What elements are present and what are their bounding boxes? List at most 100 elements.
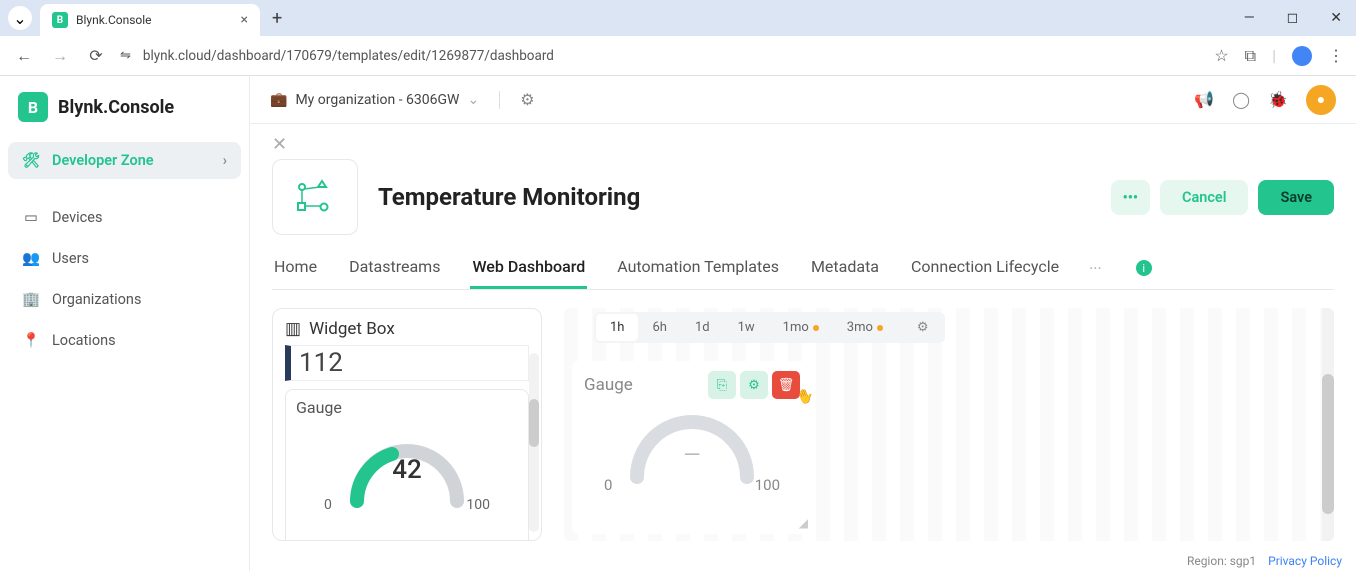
time-opt-1d[interactable]: 1d (681, 314, 724, 341)
nodes-icon (294, 179, 336, 215)
close-tab-icon[interactable]: × (241, 12, 248, 28)
extensions-icon[interactable]: ⧉ (1245, 46, 1256, 66)
url-field[interactable]: blynk.cloud/dashboard/170679/templates/e… (143, 48, 1202, 64)
bug-icon[interactable]: 🐞 (1268, 90, 1288, 109)
canvas-gauge-value: — (584, 443, 800, 468)
premium-dot-icon (877, 325, 883, 331)
sidebar-label: Devices (52, 209, 102, 226)
logo-icon: B (18, 92, 48, 122)
time-range-selector: 1h 6h 1d 1w 1mo 3mo ⚙ (594, 312, 945, 343)
sidebar-item-locations[interactable]: 📍 Locations (8, 322, 241, 359)
forward-button[interactable]: → (48, 44, 72, 68)
time-opt-3mo[interactable]: 3mo (833, 314, 897, 341)
tab-home[interactable]: Home (272, 247, 319, 289)
time-opt-1h[interactable]: 1h (596, 314, 638, 341)
close-window-button[interactable]: ✕ (1324, 8, 1348, 28)
template-icon[interactable] (272, 159, 358, 235)
chevron-down-icon: ⌄ (467, 92, 479, 108)
sidebar-label: Organizations (52, 291, 141, 308)
privacy-link[interactable]: Privacy Policy (1268, 554, 1342, 568)
wrench-icon: 🛠 (22, 152, 40, 169)
profile-avatar-button[interactable] (1292, 46, 1312, 66)
close-editor-button[interactable]: ✕ (272, 134, 1334, 155)
dashboard-canvas[interactable]: 1h 6h 1d 1w 1mo 3mo ⚙ Gauge ⎘ ⚙ (564, 308, 1334, 541)
browser-toolbar: ← → ⟳ ⇋ blynk.cloud/dashboard/170679/tem… (0, 36, 1356, 76)
duplicate-widget-button[interactable]: ⎘ (708, 371, 736, 399)
save-button[interactable]: Save (1258, 180, 1334, 215)
user-avatar[interactable]: ● (1306, 85, 1336, 115)
chevron-right-icon: › (223, 152, 227, 169)
org-name: My organization - 6306GW (295, 92, 459, 108)
more-actions-button[interactable]: ••• (1111, 180, 1150, 215)
widget-gauge-preview[interactable]: Gauge 42 0 100 (285, 389, 529, 541)
sidebar-item-developer-zone[interactable]: 🛠 Developer Zone › (8, 142, 241, 179)
sidebar-label: Developer Zone (52, 152, 154, 169)
window-controls: — ◻ ✕ (1238, 8, 1348, 28)
tab-automation-templates[interactable]: Automation Templates (615, 247, 781, 289)
info-badge-icon[interactable]: i (1136, 260, 1152, 276)
sidebar-label: Users (52, 250, 89, 267)
divider (499, 91, 500, 109)
device-icon: ▭ (22, 209, 40, 226)
widget-box-icon: ▥ (285, 319, 301, 339)
tab-metadata[interactable]: Metadata (809, 247, 881, 289)
tabs-overflow-button[interactable]: ··· (1089, 259, 1102, 278)
template-tabs: Home Datastreams Web Dashboard Automatio… (272, 247, 1334, 290)
browser-menu-button[interactable]: ⋮ (1328, 46, 1344, 65)
gauge-min: 0 (324, 497, 332, 513)
minimize-button[interactable]: — (1238, 8, 1261, 28)
sidebar-item-users[interactable]: 👥 Users (8, 240, 241, 277)
widget-box-scroll-thumb[interactable] (529, 399, 539, 447)
megaphone-icon[interactable]: 📢 (1194, 90, 1214, 109)
time-opt-1w[interactable]: 1w (724, 314, 769, 341)
page-title: Temperature Monitoring (378, 183, 640, 211)
pin-icon: 📍 (22, 332, 40, 349)
building-icon: 🏢 (22, 291, 40, 308)
sidebar-item-devices[interactable]: ▭ Devices (8, 199, 241, 236)
canvas-gauge-max: 100 (755, 476, 780, 494)
canvas-gauge-title: Gauge (584, 375, 708, 395)
back-button[interactable]: ← (12, 44, 36, 68)
browser-tab-strip: ⌄ B Blynk.Console × + — ◻ ✕ (0, 0, 1356, 36)
logo-text: Blynk.Console (58, 97, 174, 118)
widget-search-input[interactable]: 112 (285, 345, 529, 381)
widget-settings-button[interactable]: ⚙ (740, 371, 768, 399)
time-opt-6h[interactable]: 6h (638, 314, 680, 341)
new-tab-button[interactable]: + (272, 8, 282, 29)
sidebar-item-organizations[interactable]: 🏢 Organizations (8, 281, 241, 318)
footer: Region: sgp1 Privacy Policy (250, 551, 1356, 571)
widget-box-title: Widget Box (309, 319, 395, 339)
tab-connection-lifecycle[interactable]: Connection Lifecycle (909, 247, 1061, 289)
favicon-icon: B (52, 12, 68, 28)
canvas-scroll-thumb[interactable] (1322, 374, 1334, 514)
tab-title: Blynk.Console (76, 13, 233, 27)
resize-handle-icon[interactable]: ◢ (799, 516, 808, 530)
time-opt-1mo[interactable]: 1mo (769, 314, 833, 341)
maximize-button[interactable]: ◻ (1281, 8, 1305, 28)
tab-web-dashboard[interactable]: Web Dashboard (470, 247, 587, 289)
gauge-label: Gauge (296, 398, 518, 417)
reload-button[interactable]: ⟳ (84, 44, 108, 68)
premium-dot-icon (813, 325, 819, 331)
users-icon: 👥 (22, 250, 40, 267)
sidebar-label: Locations (52, 332, 116, 349)
org-selector[interactable]: 💼 My organization - 6306GW ⌄ (270, 92, 479, 108)
canvas-widget-gauge[interactable]: Gauge ⎘ ⚙ 🗑 ✋ — (572, 361, 812, 534)
sidebar: B Blynk.Console 🛠 Developer Zone › ▭ Dev… (0, 76, 250, 571)
region-label: Region: sgp1 (1187, 554, 1256, 568)
canvas-gauge-min: 0 (604, 476, 612, 494)
cancel-button[interactable]: Cancel (1160, 180, 1249, 215)
browser-tab[interactable]: B Blynk.Console × (40, 4, 260, 36)
widget-box-panel: ▥ Widget Box 112 Gauge 42 0 100 (272, 308, 542, 541)
app-logo[interactable]: B Blynk.Console (8, 84, 241, 130)
bookmark-icon[interactable]: ☆ (1214, 46, 1228, 65)
topbar: 💼 My organization - 6306GW ⌄ ⚙ 📢 ◯ 🐞 ● (250, 76, 1356, 124)
gauge-max: 100 (466, 497, 490, 513)
tab-datastreams[interactable]: Datastreams (347, 247, 442, 289)
site-info-icon[interactable]: ⇋ (120, 48, 131, 63)
gauge-value: 42 (296, 455, 518, 485)
tab-list-dropdown[interactable]: ⌄ (8, 6, 32, 30)
help-icon[interactable]: ◯ (1232, 90, 1250, 109)
settings-icon[interactable]: ⚙ (520, 90, 534, 109)
time-settings-icon[interactable]: ⚙ (903, 314, 943, 341)
